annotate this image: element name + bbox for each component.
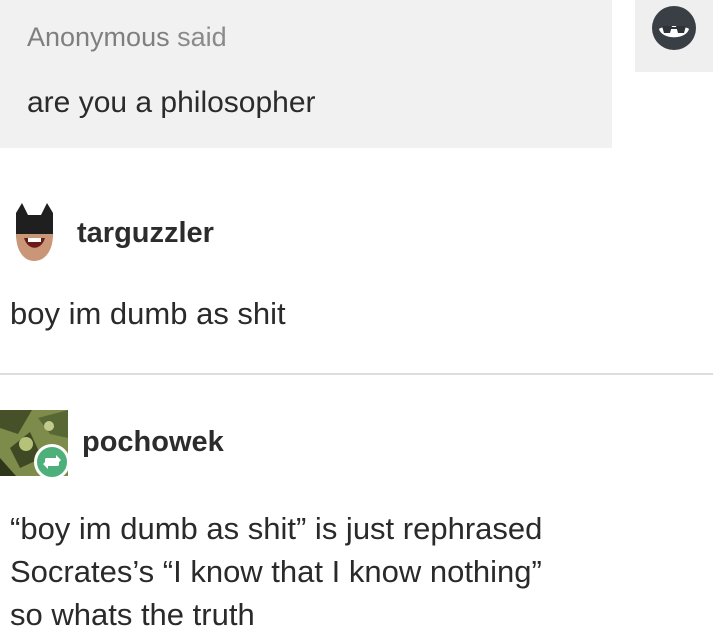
reply-text-line: “boy im dumb as shit” is just rephrased <box>10 511 543 546</box>
username-targuzzler[interactable]: targuzzler <box>77 217 214 250</box>
sunglasses-avatar-icon[interactable] <box>652 6 696 50</box>
reply-text-line: Socrates’s “I know that I know nothing” <box>10 554 542 589</box>
asker-name: Anonymous <box>27 22 170 52</box>
reply-text-line: so whats the truth <box>10 597 255 632</box>
thread-divider <box>0 373 713 375</box>
ask-question: are you a philosopher <box>27 86 316 119</box>
reblog-icon <box>34 444 70 480</box>
batman-avatar-icon[interactable] <box>12 203 57 261</box>
username-pochowek[interactable]: pochowek <box>82 426 224 459</box>
ask-box: Anonymous said are you a philosopher <box>0 0 612 148</box>
ask-attribution: Anonymous said <box>27 22 227 53</box>
reply-text: “boy im dumb as shit” is just rephrased … <box>10 507 710 636</box>
anonymous-avatar-container <box>635 0 713 72</box>
reply-text: boy im dumb as shit <box>10 296 286 331</box>
said-label: said <box>177 22 227 52</box>
